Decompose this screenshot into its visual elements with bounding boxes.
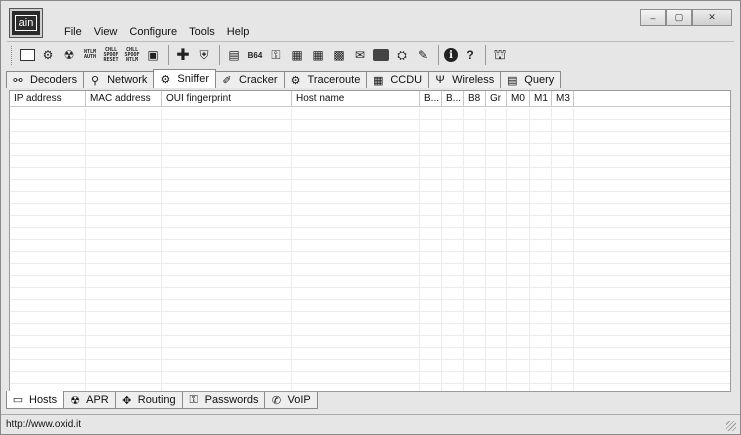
toolbar-separator [168,45,169,65]
column-header-b8[interactable]: B8 [464,91,486,107]
tab-routing[interactable]: ✥ Routing [114,392,183,409]
tab-sniffer[interactable]: ⚙ Sniffer [153,69,217,88]
table-header: IP address MAC address OUI fingerprint H… [10,91,730,107]
tab-label: Passwords [204,394,259,406]
tab-label: Decoders [30,74,78,86]
app-logo: ain [9,8,43,38]
toolbar-separator [219,45,220,65]
start-sniffer-icon[interactable]: ⚙ [39,46,57,64]
tab-label: Wireless [452,74,495,86]
sniffer-icon: ⚙ [160,73,171,86]
add-icon[interactable]: ✚ [174,46,192,64]
traceroute-icon: ⚙ [290,74,301,87]
tab-network[interactable]: ⚲ Network [83,71,155,88]
hash-2-icon[interactable]: ▦ [309,46,327,64]
tab-traceroute[interactable]: ⚙ Traceroute [283,71,368,88]
column-header-m3[interactable]: M3 [552,91,574,107]
tab-hosts[interactable]: ▭ Hosts [6,391,65,409]
tab-label: CCDU [390,74,423,86]
shield-icon[interactable]: ⛨ [195,46,213,64]
tab-wireless[interactable]: Ψ Wireless [428,71,502,88]
tab-label: Sniffer [177,73,210,85]
tab-label: Cracker [239,74,278,86]
column-header-ip-address[interactable]: IP address [10,91,86,107]
base64-icon[interactable]: B64 [246,46,264,64]
tab-voip[interactable]: ✆ VoIP [264,392,318,409]
status-bar: http://www.oxid.it [1,414,740,434]
certificate-icon[interactable]: ⛭ [393,46,411,64]
tab-passwords[interactable]: ⚿ Passwords [181,392,266,409]
resize-grip-icon[interactable] [726,421,736,431]
column-header-mac-address[interactable]: MAC address [86,91,162,107]
exit-icon[interactable]: ⛫ [491,46,509,64]
tab-label: Hosts [29,393,58,406]
hosts-icon: ▭ [12,394,24,406]
menu-configure[interactable]: Configure [123,25,183,39]
tab-label: VoIP [287,394,311,406]
column-header-b1[interactable]: B... [420,91,442,107]
chll-spoof-icon[interactable]: CHLL SPOOF RESET [102,46,120,64]
apr-icon: ☢ [70,394,81,407]
terminal-icon[interactable] [372,46,390,64]
column-header-m0[interactable]: M0 [507,91,530,107]
toolbar-separator [485,45,486,65]
routing-icon: ✥ [122,394,132,407]
wireless-icon: Ψ [435,74,445,86]
minimize-button[interactable]: – [640,9,666,26]
hash-1-icon[interactable]: ▦ [288,46,306,64]
radiation-icon[interactable]: ☢ [60,46,78,64]
menu-file[interactable]: File [58,25,88,39]
menu-help[interactable]: Help [221,25,256,39]
view-tabs: ▭ Hosts ☢ APR ✥ Routing ⚿ Passwords ✆ VoIP [6,391,318,410]
tab-cracker[interactable]: ✐ Cracker [215,71,285,88]
key-icon[interactable]: ⚿ [267,46,285,64]
tab-query[interactable]: ▤ Query [500,71,562,88]
menu-bar: File View Configure Tools Help [58,25,255,39]
main-tabs: ⚯ Decoders ⚲ Network ⚙ Sniffer ✐ Cracker ⚙ Tr… [6,69,562,88]
info-icon[interactable]: i [444,48,458,62]
edit-icon[interactable]: ✎ [414,46,432,64]
query-icon: ▤ [507,74,518,87]
tab-label: Query [524,74,555,86]
maximize-button[interactable]: ▢ [666,9,692,26]
monitor-icon[interactable]: ▣ [144,46,162,64]
cracker-icon: ✐ [222,74,232,87]
app-window: ain – ▢ ✕ File View Configure Tools Help… [0,0,741,435]
column-header-b2[interactable]: B... [442,91,464,107]
decoders-icon: ⚯ [13,74,23,87]
network-icon: ⚲ [91,74,100,87]
tab-label: Traceroute [307,74,361,86]
column-header-m1[interactable]: M1 [530,91,552,107]
tab-label: Network [107,74,148,86]
voip-icon: ✆ [271,394,282,407]
column-header-oui-fingerprint[interactable]: OUI fingerprint [162,91,292,107]
chll-spoof-ntlm-icon[interactable]: CHLL SPOOF NTLM [123,46,141,64]
passwords-icon: ⚿ [189,393,198,406]
toolbar-separator [438,45,439,65]
help-icon[interactable]: ? [461,46,479,64]
tab-label: APR [86,394,109,406]
window-controls: – ▢ ✕ [640,9,732,26]
menu-view[interactable]: View [88,25,124,39]
toolbar: ⚙ ☢ NTLM AUTH CHLL SPOOF RESET CHLL SPOO… [7,41,734,68]
status-text: http://www.oxid.it [6,419,82,430]
tab-apr[interactable]: ☢ APR [63,392,116,409]
table-body[interactable] [10,108,730,391]
mail-icon[interactable]: ✉ [351,46,369,64]
menu-tools[interactable]: Tools [183,25,221,39]
toolbar-grip [11,45,14,65]
ccdu-icon: ▦ [373,74,384,87]
hosts-table[interactable]: IP address MAC address OUI fingerprint H… [9,90,731,392]
document-icon[interactable]: ▤ [225,46,243,64]
column-header-host-name[interactable]: Host name [292,91,420,107]
close-button[interactable]: ✕ [692,9,732,26]
tab-label: Routing [137,394,176,406]
column-header-gr[interactable]: Gr [486,91,507,107]
open-icon[interactable] [18,46,36,64]
ntlm-auth-icon[interactable]: NTLM AUTH [81,46,99,64]
tab-decoders[interactable]: ⚯ Decoders [6,71,85,88]
calc-icon[interactable]: ▩ [330,46,348,64]
tab-ccdu[interactable]: ▦ CCDU [366,71,430,88]
